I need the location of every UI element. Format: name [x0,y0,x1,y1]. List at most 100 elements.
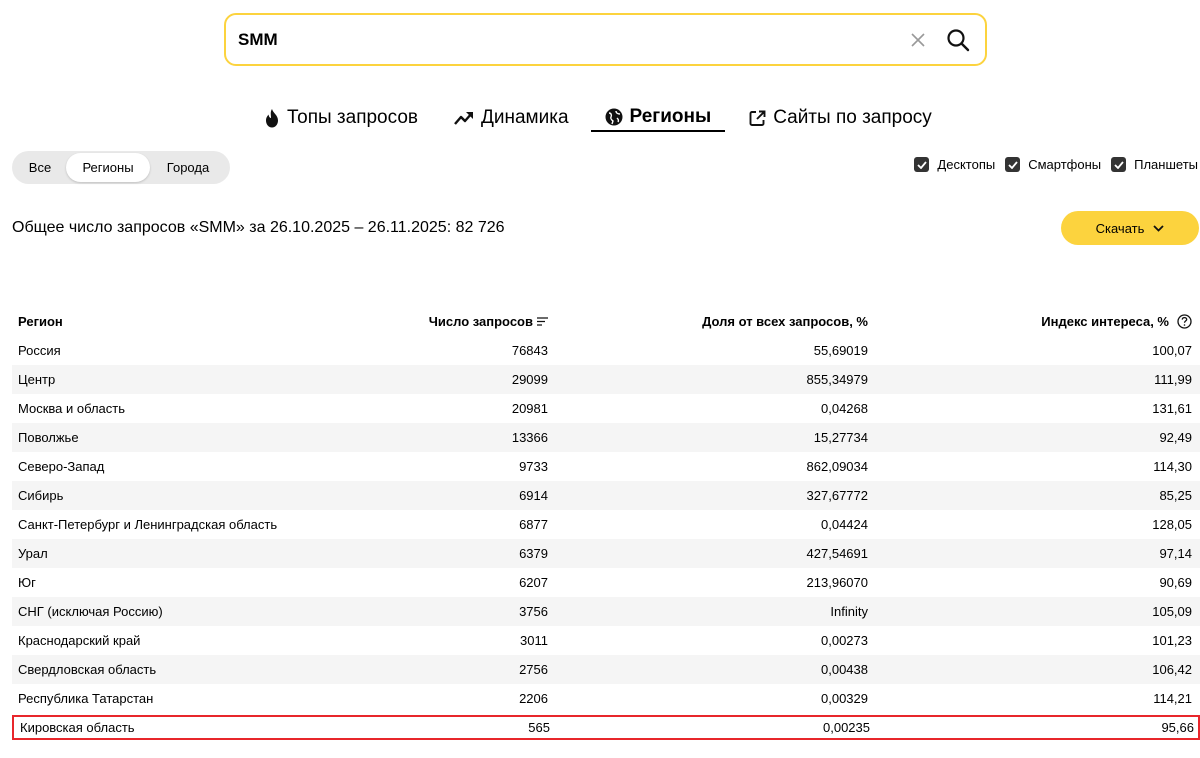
checkbox-checked-icon[interactable] [1005,157,1021,172]
checkbox-checked-icon[interactable] [914,157,930,172]
download-label: Скачать [1095,220,1145,236]
cell-share: 0,00235 [823,720,870,735]
cell-query-count: 9733 [519,459,548,474]
device-smartphones[interactable]: Смартфоны [1005,157,1101,172]
cell-share: 0,04424 [821,517,868,532]
cell-share: 862,09034 [806,459,868,474]
tab-label: Сайты по запросу [773,107,932,128]
cell-share: 327,67772 [806,488,868,503]
header-label: Индекс интереса, % [1041,313,1169,329]
cell-share: 55,69019 [813,343,868,358]
cell-query-count: 20981 [511,401,548,416]
cell-region: Санкт-Петербург и Ленинградская область [18,517,278,532]
table-row[interactable]: Россия 76843 55,69019 100,07 [12,336,1200,365]
external-link-icon [749,110,766,127]
tab-label: Топы запросов [287,107,418,128]
cell-share: 0,00438 [821,662,868,677]
total-queries-summary: Общее число запросов «SMM» за 26.10.2025… [12,219,505,236]
cell-interest-index: 106,42 [1152,662,1192,677]
header-region: Регион [18,313,63,329]
cell-interest-index: 111,99 [1154,372,1192,387]
table-row[interactable]: Москва и область 20981 0,04268 131,61 [12,394,1200,423]
globe-icon [605,108,623,126]
cell-region: Центр [18,372,56,387]
cell-region: Москва и область [18,401,126,416]
cell-query-count: 3011 [520,633,548,648]
filter-regions[interactable]: Регионы [66,153,150,182]
region-type-filter: Все Регионы Города [12,151,230,184]
search-input[interactable] [238,29,907,50]
cell-region: Сибирь [18,488,64,503]
table-row[interactable]: Юг 6207 213,96070 90,69 [12,568,1200,597]
cell-share: 855,34979 [806,372,868,387]
cell-interest-index: 100,07 [1152,343,1192,358]
table-row[interactable]: Поволжье 13366 15,27734 92,49 [12,423,1200,452]
table-row[interactable]: Свердловская область 2756 0,00438 106,42 [12,655,1200,684]
header-query-count: Число запросов [412,314,548,329]
cell-query-count: 6379 [519,546,548,561]
tab-top-queries[interactable]: Топы запросов [262,104,420,132]
table-row[interactable]: Северо-Запад 9733 862,09034 114,30 [12,452,1200,481]
device-label: Десктопы [937,157,996,172]
clear-icon[interactable] [907,29,929,51]
cell-share: Infinity [830,604,868,619]
cell-region: Юг [18,575,36,590]
cell-interest-index: 85,25 [1159,488,1192,503]
device-label: Планшеты [1134,157,1198,172]
table-row[interactable]: Краснодарский край 3011 0,00273 101,23 [12,626,1200,655]
chevron-down-icon [1153,224,1165,232]
cell-share: 0,00273 [821,633,868,648]
tab-label: Регионы [629,106,712,127]
cell-region: Поволжье [18,430,79,445]
cell-share: 0,04268 [821,401,868,416]
cell-query-count: 29099 [511,372,548,387]
table-row[interactable]: Республика Татарстан 2206 0,00329 114,21 [12,684,1200,713]
cell-interest-index: 97,14 [1159,546,1192,561]
table-row[interactable]: СНГ (исключая Россию) 3756 Infinity 105,… [12,597,1200,626]
checkbox-checked-icon[interactable] [1111,157,1127,172]
header-share: Доля от всех запросов, % [702,313,868,329]
regions-table: Регион Число запросов Доля от всех запро… [12,306,1200,740]
download-button[interactable]: Скачать [1061,211,1199,245]
table-row-highlighted[interactable]: Кировская область 565 0,00235 95,66 [12,715,1200,740]
cell-query-count: 6914 [519,488,548,503]
cell-region: СНГ (исключая Россию) [18,604,163,619]
cell-interest-index: 101,23 [1152,633,1192,648]
cell-query-count: 2206 [519,691,548,706]
cell-region: Республика Татарстан [18,691,154,706]
cell-query-count: 565 [528,720,550,735]
cell-interest-index: 105,09 [1152,604,1192,619]
tabs-bar: Топы запросов Динамика Регионы Сайты по … [262,104,966,134]
cell-region: Кировская область [20,720,135,735]
tab-regions[interactable]: Регионы [590,104,726,132]
cell-query-count: 6207 [519,575,548,590]
device-tablets[interactable]: Планшеты [1111,157,1198,172]
table-row[interactable]: Урал 6379 427,54691 97,14 [12,539,1200,568]
search-bar [224,13,987,66]
fire-icon [264,108,280,128]
cell-region: Россия [18,343,61,358]
sort-icon[interactable] [537,316,548,326]
cell-region: Краснодарский край [18,633,141,648]
device-label: Смартфоны [1028,157,1102,172]
table-row[interactable]: Сибирь 6914 327,67772 85,25 [12,481,1200,510]
cell-interest-index: 114,30 [1153,459,1192,474]
device-desktops[interactable]: Десктопы [914,157,995,172]
filter-cities[interactable]: Города [150,153,226,182]
table-row[interactable]: Центр 29099 855,34979 111,99 [12,365,1200,394]
header-label: Число запросов [428,313,533,329]
search-icon[interactable] [945,27,971,53]
cell-interest-index: 92,49 [1159,430,1192,445]
header-interest-index: Индекс интереса, % [868,314,1196,329]
cell-region: Северо-Запад [18,459,105,474]
tab-dynamics[interactable]: Динамика [452,104,571,132]
cell-interest-index: 95,66 [1161,720,1194,735]
cell-share: 15,27734 [813,430,868,445]
device-filter: Десктопы Смартфоны Планшеты [904,157,1198,172]
help-icon[interactable] [1177,313,1192,329]
table-row[interactable]: Санкт-Петербург и Ленинградская область … [12,510,1200,539]
cell-share: 0,00329 [821,691,868,706]
filter-all[interactable]: Все [14,153,66,182]
trend-up-icon [454,111,474,125]
tab-sites[interactable]: Сайты по запросу [747,104,934,132]
